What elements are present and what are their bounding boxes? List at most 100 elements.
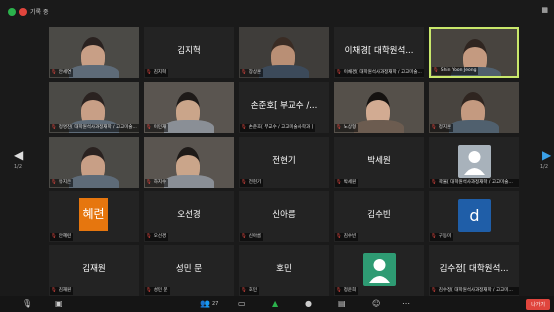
participant-tile[interactable]: 🎙 곽율[ 대학원석사과정재학 / 고고미술사학... <box>429 137 519 188</box>
participant-tile[interactable]: 🎙 노상형 <box>334 82 424 133</box>
participant-name-label: 🎙 김지혁 <box>145 69 169 77</box>
participant-tile[interactable]: 전현기 🎙 전현기 <box>239 137 329 188</box>
participant-body <box>354 120 404 133</box>
participant-name-label: 🎙 하지수 <box>145 179 169 187</box>
participant-display-name: 김재원 <box>82 264 106 274</box>
participant-name-label: 🎙 Shin Yoon Jeong <box>432 67 479 75</box>
participant-name-label: 🎙 이민재 <box>145 124 169 132</box>
participant-display-name: 전현기 <box>272 156 296 166</box>
profile-picture: 혜련 <box>79 198 108 231</box>
start-video-icon[interactable]: ▣ <box>55 299 63 308</box>
participant-tile[interactable]: 🎙 유지은 <box>49 137 139 188</box>
participant-name-label: 🎙 정명진[ 대학원석사과정재학 / 고고미술... <box>50 124 139 132</box>
participant-name-label: 🎙 안세연 <box>50 69 74 77</box>
muted-mic-icon: 🎙 <box>241 234 247 239</box>
muted-mic-icon: 🎙 <box>51 288 57 293</box>
participant-tile[interactable]: 김재원 🎙 김재원 <box>49 245 139 296</box>
more-icon[interactable]: ⋯ <box>402 299 410 308</box>
participant-label-text: 하지수 <box>153 180 167 185</box>
participant-tile[interactable]: 🎙 장상훈 <box>239 27 329 78</box>
participant-tile[interactable]: 박세원 🎙 박세원 <box>334 137 424 188</box>
participant-tile[interactable]: d 🎙 구동미 <box>429 191 519 242</box>
participant-tile[interactable]: 이채경[ 대학원석... 🎙 이채경[ 대학원석사과정재학 / 고고미술... <box>334 27 424 78</box>
participant-name-label: 🎙 손준호[ 부교수 / 고고미술사학과 ] <box>240 124 316 132</box>
participant-tile[interactable]: 손준호[ 부교수 /... 🎙 손준호[ 부교수 / 고고미술사학과 ] <box>239 82 329 133</box>
muted-mic-icon: 🎙 <box>146 180 152 185</box>
participant-body <box>164 120 214 133</box>
participant-name-label: 🎙 성민 문 <box>145 287 170 295</box>
security-shield-icon[interactable] <box>8 8 16 16</box>
muted-mic-icon: 🎙 <box>431 180 437 185</box>
participant-name-label: 🎙 오선경 <box>145 233 169 241</box>
participant-name-label: 🎙 김수정[ 대학원석사과정재학 / 고고미술사... <box>430 287 519 295</box>
participant-label-text: 안세연 <box>58 70 72 75</box>
muted-mic-icon: 🎙 <box>336 125 342 130</box>
reactions-icon[interactable]: ☺ <box>372 299 380 308</box>
participant-tile[interactable]: 🎙 안세연 <box>49 27 139 78</box>
muted-mic-icon: 🎙 <box>431 234 437 239</box>
record-icon[interactable]: ● <box>305 299 312 308</box>
participant-tile[interactable]: 🎙 이민재 <box>144 82 234 133</box>
participant-gallery: 🎙 안세연 김지혁 🎙 김지혁 🎙 장상훈 이채경[ 대학원석... 🎙 이채경[ 대학원석사과정… <box>49 27 519 298</box>
closed-caption-icon[interactable]: ▤ <box>338 299 346 308</box>
participant-display-name: 손준호[ 부교수 /... <box>250 101 318 111</box>
participant-name-label: 🎙 신아름 <box>240 233 264 241</box>
participant-tile[interactable]: 김수빈 🎙 김수빈 <box>334 191 424 242</box>
participant-label-text: 구동미 <box>438 234 452 239</box>
participant-label-text: 전현기 <box>248 180 262 185</box>
muted-mic-icon: 🎙 <box>146 70 152 75</box>
participant-tile[interactable]: 오선경 🎙 오선경 <box>144 191 234 242</box>
participant-name-label: 🎙 전현기 <box>240 179 264 187</box>
participant-tile[interactable]: 혜련 🎙 안혜련 <box>49 191 139 242</box>
participant-tile[interactable]: 김지혁 🎙 김지혁 <box>144 27 234 78</box>
share-screen-icon[interactable]: ▲ <box>272 299 278 308</box>
participant-display-name: 박세원 <box>367 156 391 166</box>
muted-mic-icon: 🎙 <box>336 70 342 75</box>
participant-tile[interactable]: 성민 문 🎙 성민 문 <box>144 245 234 296</box>
participant-tile[interactable]: 🎙 정운희 <box>334 245 424 296</box>
participant-display-name: 오선경 <box>177 210 201 220</box>
participant-body <box>259 65 309 78</box>
participant-display-name: 이채경[ 대학원석... <box>344 46 414 56</box>
participant-tile[interactable]: 호민 🎙 호민 <box>239 245 329 296</box>
previous-page-arrow-icon[interactable]: ◀ <box>14 148 23 162</box>
participant-tile[interactable]: 🎙 하지수 <box>144 137 234 188</box>
profile-picture: d <box>458 199 491 232</box>
participant-display-name: 신아름 <box>272 210 296 220</box>
leave-button[interactable]: 나가기 <box>526 299 550 310</box>
participant-display-name: 김지혁 <box>177 46 201 56</box>
muted-mic-icon: 🎙 <box>146 234 152 239</box>
default-avatar-icon <box>363 253 396 286</box>
view-toggle-icon[interactable]: ▦ <box>541 6 548 14</box>
participant-label-text: 김수빈 <box>343 234 357 239</box>
participant-tile[interactable]: 🎙 Shin Yoon Jeong <box>429 27 519 78</box>
chat-icon[interactable]: ▭ <box>238 299 246 308</box>
muted-mic-icon: 🎙 <box>336 234 342 239</box>
participant-tile[interactable]: 신아름 🎙 신아름 <box>239 191 329 242</box>
participants-count: 27 <box>212 301 219 307</box>
next-page-arrow-icon[interactable]: ▶ <box>542 148 551 162</box>
participant-body <box>449 120 499 133</box>
participant-label-text: 노상형 <box>343 125 357 130</box>
participant-tile[interactable]: 🎙 정지훈 <box>429 82 519 133</box>
mute-mic-icon[interactable]: 🎙 <box>22 299 32 308</box>
participants-icon[interactable]: 👥 <box>200 299 210 308</box>
muted-mic-icon: 🎙 <box>146 288 152 293</box>
participant-body <box>164 175 214 188</box>
participant-label-text: 김재원 <box>58 288 72 293</box>
participant-tile[interactable]: 김수정[ 대학원석... 🎙 김수정[ 대학원석사과정재학 / 고고미술사... <box>429 245 519 296</box>
participant-name-label: 🎙 정지훈 <box>430 124 454 132</box>
participant-name-label: 🎙 유지은 <box>50 179 74 187</box>
muted-mic-icon: 🎙 <box>336 180 342 185</box>
muted-mic-icon: 🎙 <box>146 125 152 130</box>
muted-mic-icon: 🎙 <box>241 125 247 130</box>
participant-label-text: Shin Yoon Jeong <box>440 68 477 73</box>
participant-label-text: 곽율[ 대학원석사과정재학 / 고고미술사학... <box>438 180 519 185</box>
meeting-controls-bar: 🎙 ▣ 👥 27 ▭ ▲ ● ▤ ☺ ⋯ 나가기 <box>0 296 554 312</box>
participant-label-text: 정지훈 <box>438 125 452 130</box>
muted-mic-icon: 🎙 <box>431 125 437 130</box>
muted-mic-icon: 🎙 <box>241 288 247 293</box>
participant-label-text: 유지은 <box>58 180 72 185</box>
participant-tile[interactable]: 🎙 정명진[ 대학원석사과정재학 / 고고미술... <box>49 82 139 133</box>
participant-display-name: 김수빈 <box>367 210 391 220</box>
